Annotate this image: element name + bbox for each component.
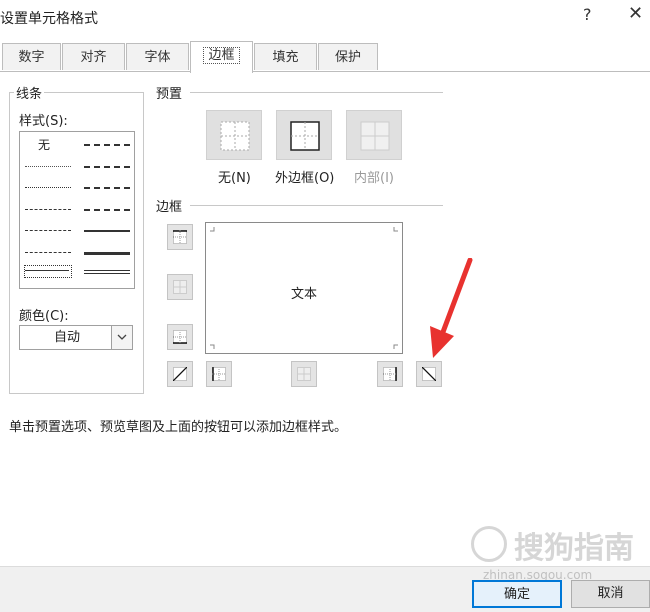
- color-dropdown-value: 自动: [53, 330, 80, 345]
- border-bottom-icon: [173, 330, 187, 344]
- watermark-logo-icon: [471, 526, 507, 562]
- line-style-none[interactable]: 无: [38, 136, 50, 153]
- line-style-thick[interactable]: [84, 252, 130, 255]
- line-style-medium-dash-dot-dot[interactable]: [84, 144, 130, 146]
- line-style-thin-selected[interactable]: [24, 265, 72, 278]
- tab-alignment[interactable]: 对齐: [62, 43, 125, 70]
- tab-bar: 数字 对齐 字体 边框 填充 保护: [0, 41, 650, 73]
- line-style-list[interactable]: 无: [19, 131, 135, 289]
- style-label: 样式(S):: [19, 114, 68, 129]
- border-right-icon: [383, 367, 397, 381]
- close-icon[interactable]: ✕: [628, 3, 643, 24]
- preset-outline-label[interactable]: 外边框(O): [275, 167, 334, 186]
- border-top-button[interactable]: [167, 224, 193, 250]
- preset-outline-icon: [290, 121, 320, 151]
- tab-font[interactable]: 字体: [126, 43, 189, 70]
- diagonal-down-icon: [422, 367, 436, 381]
- border-inside-vertical-icon: [297, 367, 311, 381]
- border-preview[interactable]: 文本: [205, 222, 403, 354]
- color-label: 颜色(C):: [19, 309, 69, 324]
- tab-protection[interactable]: 保护: [318, 43, 378, 70]
- dialog-title: 设置单元格格式: [0, 11, 98, 27]
- line-style-double[interactable]: [84, 270, 130, 274]
- line-style-dash-dot-dot[interactable]: [25, 209, 71, 210]
- border-left-icon: [212, 367, 226, 381]
- border-divider: [190, 205, 443, 206]
- border-left-button[interactable]: [206, 361, 232, 387]
- tab-number[interactable]: 数字: [2, 43, 61, 70]
- border-bottom-button[interactable]: [167, 324, 193, 350]
- preset-none-label[interactable]: 无(N): [218, 167, 251, 186]
- line-group-label: 线条: [14, 83, 45, 102]
- preset-none-icon: [220, 121, 250, 151]
- line-style-dotted[interactable]: [25, 187, 71, 188]
- presets-label: 预置: [154, 83, 185, 102]
- border-top-icon: [173, 230, 187, 244]
- preset-inside-icon: [360, 121, 390, 151]
- diagonal-up-icon: [173, 367, 187, 381]
- border-label: 边框: [154, 196, 185, 215]
- border-diagonal-up-button[interactable]: [167, 361, 193, 387]
- hint-text: 单击预置选项、预览草图及上面的按钮可以添加边框样式。: [9, 420, 348, 435]
- chevron-down-icon[interactable]: [111, 326, 132, 349]
- line-style-dash-dot[interactable]: [25, 230, 71, 231]
- line-style-slant-dash-dot[interactable]: [84, 166, 130, 168]
- border-inside-vertical-button[interactable]: [291, 361, 317, 387]
- line-style-medium-dashed[interactable]: [84, 209, 130, 211]
- line-style-hair[interactable]: [25, 166, 71, 167]
- ok-button[interactable]: 确定: [472, 580, 562, 608]
- preview-text: 文本: [290, 287, 317, 302]
- preset-inside-button[interactable]: [346, 110, 402, 160]
- presets-divider: [190, 92, 443, 93]
- border-right-button[interactable]: [377, 361, 403, 387]
- color-dropdown[interactable]: 自动: [19, 325, 133, 350]
- preset-outline-button[interactable]: [276, 110, 332, 160]
- line-style-thin[interactable]: [25, 270, 69, 271]
- preset-none-button[interactable]: [206, 110, 262, 160]
- line-style-medium-dash-dot[interactable]: [84, 187, 130, 189]
- border-inside-horizontal-button[interactable]: [167, 274, 193, 300]
- tab-border[interactable]: 边框: [190, 41, 253, 73]
- border-inside-horizontal-icon: [173, 280, 187, 294]
- cancel-button[interactable]: 取消: [571, 580, 650, 608]
- tab-fill[interactable]: 填充: [254, 43, 317, 70]
- line-style-dashed[interactable]: [25, 252, 71, 253]
- line-style-medium[interactable]: [84, 230, 130, 232]
- preset-inside-label: 内部(I): [354, 171, 394, 186]
- border-diagonal-down-button[interactable]: [416, 361, 442, 387]
- watermark-text: 搜狗指南: [514, 531, 634, 566]
- annotation-arrow-icon: [430, 258, 473, 358]
- help-icon[interactable]: ?: [583, 5, 592, 24]
